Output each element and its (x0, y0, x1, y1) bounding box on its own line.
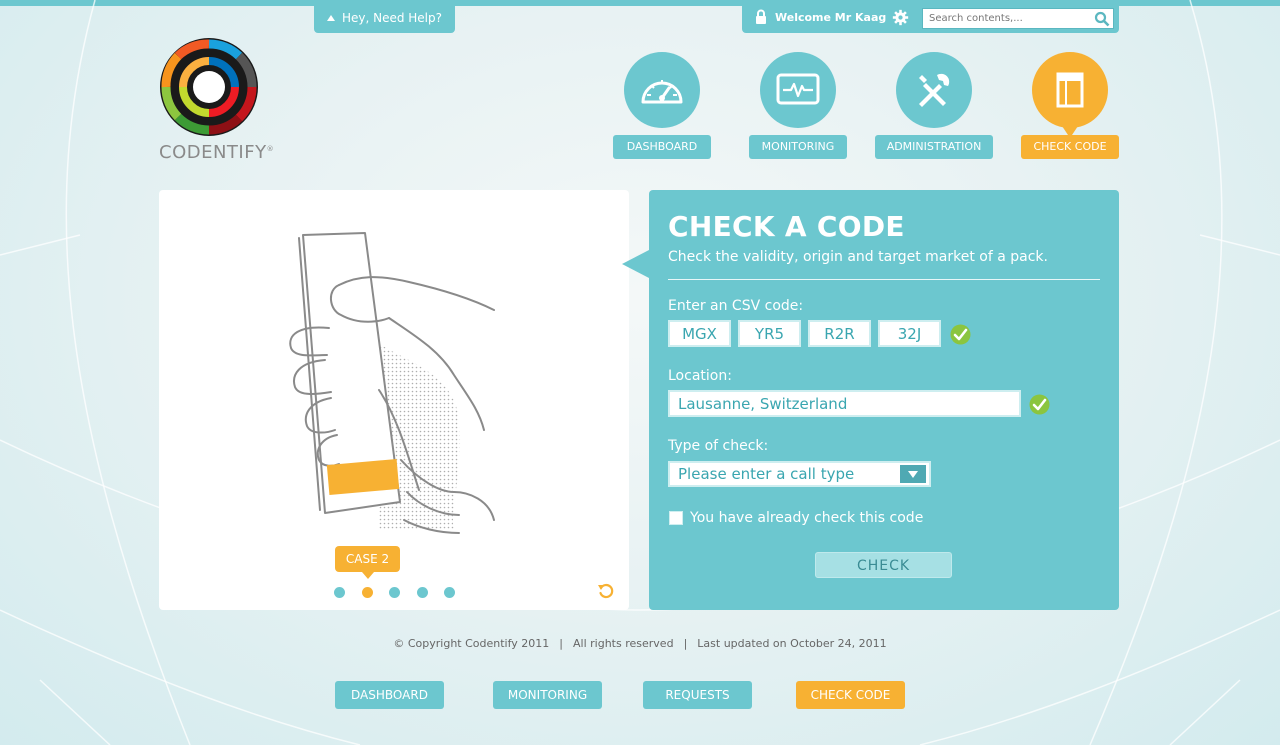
codentify-logo[interactable] (159, 37, 259, 137)
gear-icon[interactable] (892, 9, 909, 26)
tools-icon (919, 73, 950, 107)
separator: | (559, 637, 564, 650)
pack-icon (1056, 72, 1084, 108)
carousel-dot-2[interactable] (362, 587, 373, 598)
separator: | (683, 637, 688, 650)
page-title: CHECK A CODE (668, 210, 905, 243)
carousel-dot-4[interactable] (417, 587, 428, 598)
carousel-dot-5[interactable] (444, 587, 455, 598)
location-field[interactable] (668, 390, 1021, 417)
nav-item-dashboard[interactable]: DASHBOARD (613, 52, 711, 162)
divider (668, 279, 1100, 280)
speedometer-icon (641, 80, 683, 104)
footer-link-dashboard[interactable]: DASHBOARD (335, 681, 444, 709)
page-subtitle: Check the validity, origin and target ma… (668, 249, 1048, 265)
search-icon[interactable] (1094, 11, 1110, 27)
nav-item-monitoring[interactable]: MONITORING (749, 52, 847, 162)
check-code-panel: CHECK A CODE Check the validity, origin … (622, 190, 1119, 610)
csv-code-field-3[interactable] (808, 320, 871, 347)
updated-text: Last updated on October 24, 2011 (697, 637, 887, 650)
welcome-text: Welcome Mr Kaag (775, 11, 887, 24)
chevron-down-icon[interactable] (900, 465, 926, 483)
nav-label-administration: ADMINISTRATION (875, 135, 993, 159)
logo-text: CODENTIFY® (159, 142, 274, 163)
case-tag: CASE 2 (335, 546, 400, 579)
nav-circle-monitoring (760, 52, 836, 128)
logo-wordmark: CODENTIFY (159, 142, 267, 163)
refresh-icon[interactable] (597, 582, 615, 600)
hand-holding-pack-illustration (289, 232, 495, 534)
csv-code-field-2[interactable] (738, 320, 801, 347)
lock-icon (756, 9, 766, 24)
csv-code-field-1[interactable] (668, 320, 731, 347)
csv-code-field-4[interactable] (878, 320, 941, 347)
nav-circle-dashboard (624, 52, 700, 128)
location-label: Location: (668, 368, 732, 384)
copyright-line: © Copyright Codentify 2011 | All rights re… (0, 637, 1280, 650)
nav-item-administration[interactable]: ADMINISTRATION (875, 52, 993, 162)
footer-link-requests[interactable]: REQUESTS (643, 681, 752, 709)
already-checked-label: You have already check this code (690, 510, 924, 526)
up-arrow-icon (326, 15, 335, 21)
footer-link-check-code[interactable]: CHECK CODE (796, 681, 905, 709)
copyright-text: © Copyright Codentify 2011 (393, 637, 550, 650)
rights-text: All rights reserved (573, 637, 674, 650)
user-bar: Welcome Mr Kaag (742, 5, 1119, 33)
already-checked-checkbox[interactable] (669, 511, 683, 525)
location-valid-checkmark-icon (1029, 394, 1050, 415)
registered-mark: ® (266, 145, 275, 153)
nav-label-check-code: CHECK CODE (1021, 135, 1119, 159)
illustration-panel: CASE 2 (159, 190, 629, 610)
nav-item-check-code[interactable]: CHECK CODE (1021, 52, 1119, 162)
footer-link-monitoring[interactable]: MONITORING (493, 681, 602, 709)
monitor-pulse-icon (776, 73, 820, 105)
help-label: Hey, Need Help? (341, 11, 443, 25)
nav-circle-administration (896, 52, 972, 128)
type-label: Type of check: (668, 438, 769, 454)
check-type-select[interactable]: Please enter a call type (668, 461, 931, 487)
search-input[interactable] (923, 9, 1091, 28)
carousel-dot-3[interactable] (389, 587, 400, 598)
csv-valid-checkmark-icon (950, 324, 971, 345)
nav-label-monitoring: MONITORING (749, 135, 847, 159)
carousel-dot-1[interactable] (334, 587, 345, 598)
nav-label-dashboard: DASHBOARD (613, 135, 711, 159)
csv-label: Enter an CSV code: (668, 298, 804, 314)
nav-circle-check-code (1032, 52, 1108, 138)
search-box (922, 8, 1114, 29)
check-button[interactable]: CHECK (815, 552, 952, 578)
check-type-value: Please enter a call type (678, 465, 855, 483)
help-button[interactable]: Hey, Need Help? (314, 5, 455, 33)
